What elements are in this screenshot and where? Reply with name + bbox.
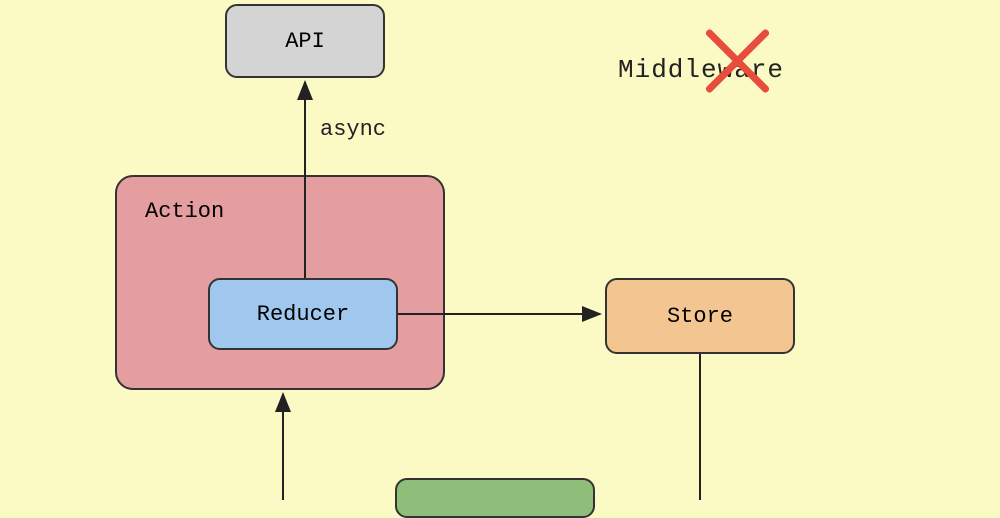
store-label: Store (667, 304, 733, 329)
api-node: API (225, 4, 385, 78)
async-edge-label: async (320, 117, 386, 142)
action-label: Action (145, 199, 224, 224)
reducer-label: Reducer (257, 302, 349, 327)
bottom-node (395, 478, 595, 518)
cross-out-icon (696, 20, 776, 100)
reducer-node: Reducer (208, 278, 398, 350)
store-node: Store (605, 278, 795, 354)
api-label: API (285, 29, 325, 54)
